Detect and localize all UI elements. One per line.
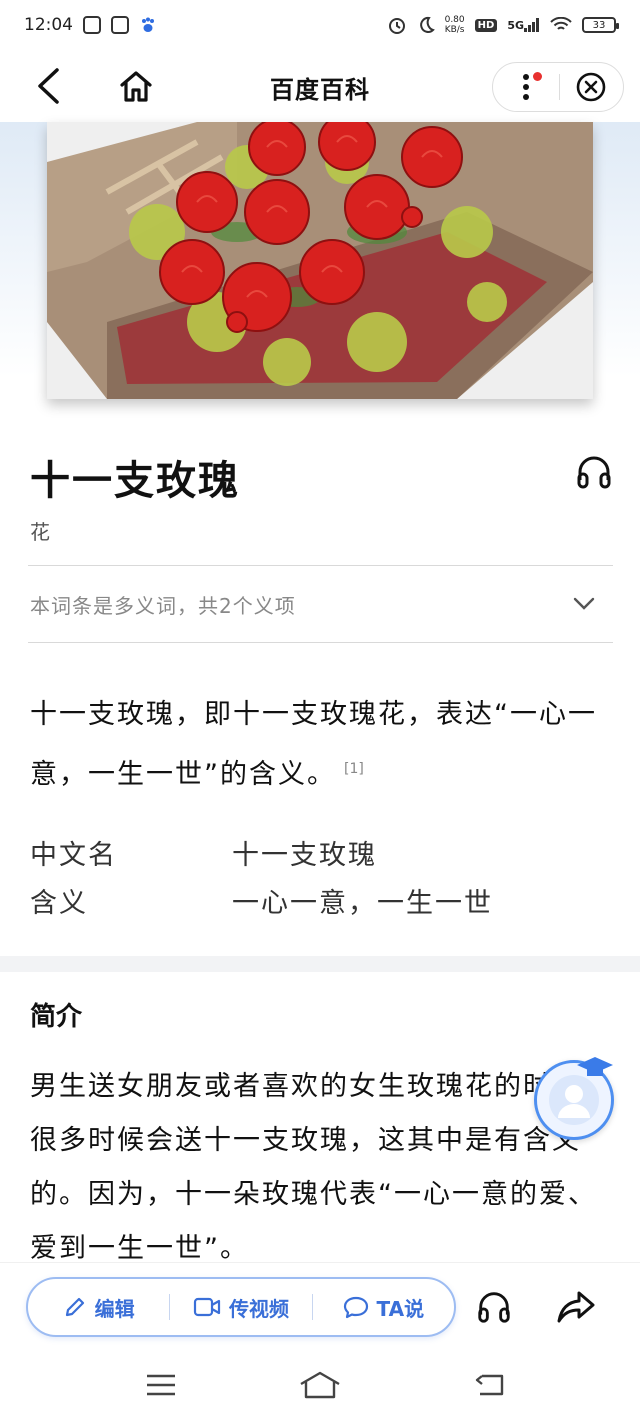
share-arrow-icon <box>557 1291 595 1323</box>
upload-video-button[interactable]: 传视频 <box>170 1293 311 1322</box>
hd-badge: HD <box>474 18 498 32</box>
notification-dot <box>533 72 542 81</box>
video-camera-icon <box>193 1297 221 1317</box>
home-nav-button[interactable] <box>295 1368 345 1402</box>
baidu-paw-icon <box>139 16 157 34</box>
entry-title: 十一支玫瑰 <box>30 458 240 504</box>
avatar-icon <box>549 1075 599 1125</box>
ta-say-button[interactable]: TA说 <box>313 1293 454 1322</box>
intro-text: 男生送女朋友或者喜欢的女生玫瑰花的时候，很多时候会送十一支玫瑰，这其中是有含义的… <box>30 1071 610 1264</box>
more-dots-icon <box>522 74 529 100</box>
status-right: 0.80 KB/s HD 5G 33 <box>387 15 619 35</box>
net-speed: 0.80 KB/s <box>444 15 465 35</box>
infobox-value: 十一支玫瑰 <box>232 839 377 871</box>
signal-icon: 5G <box>507 18 540 32</box>
chat-bubble-icon <box>343 1296 368 1319</box>
share-button[interactable] <box>554 1285 598 1329</box>
infobox: 中文名 十一支玫瑰 含义 一心一意，一生一世 <box>30 828 610 924</box>
status-time: 12:04 <box>24 15 73 35</box>
ta-say-label: TA说 <box>376 1296 425 1321</box>
infobox-key: 含义 <box>30 887 88 919</box>
back-nav-button[interactable] <box>464 1368 514 1402</box>
back-nav-icon <box>475 1374 504 1396</box>
graduation-cap-icon <box>577 1057 613 1076</box>
summary-text: 十一支玫瑰，即十一支玫瑰花，表达“一心一意，一生一世”的含义。 <box>30 699 597 790</box>
bottom-action-bar: 编辑 传视频 TA说 <box>0 1262 640 1348</box>
app-notification-icon <box>83 16 101 34</box>
listen-audio-button[interactable] <box>472 1285 516 1329</box>
hero-rose-image[interactable] <box>47 122 593 399</box>
menu-icon <box>147 1374 175 1396</box>
status-bar: 12:04 0.80 KB/s HD 5G 33 <box>0 0 640 50</box>
upload-video-label: 传视频 <box>228 1296 289 1321</box>
chevron-down-icon <box>573 597 595 610</box>
app-notification-icon <box>111 16 129 34</box>
system-nav-bar <box>0 1348 640 1422</box>
menu-button[interactable] <box>136 1368 186 1402</box>
app-header: 百度百科 <box>0 50 640 122</box>
listen-button[interactable] <box>574 452 614 492</box>
wifi-icon <box>550 17 572 33</box>
infobox-row: 含义 一心一意，一生一世 <box>30 876 610 924</box>
home-nav-icon <box>300 1371 340 1399</box>
mini-program-capsule <box>492 62 624 112</box>
edit-button[interactable]: 编辑 <box>28 1293 169 1322</box>
section-title-intro: 简介 <box>30 1002 83 1032</box>
ai-assistant-button[interactable] <box>534 1057 614 1140</box>
edit-label: 编辑 <box>94 1296 135 1321</box>
headphones-icon <box>478 1292 510 1323</box>
section-separator <box>0 956 640 972</box>
close-button[interactable] <box>560 62 624 112</box>
alarm-icon <box>387 15 407 35</box>
battery-icon: 33 <box>582 17 619 33</box>
action-pill: 编辑 传视频 TA说 <box>26 1277 456 1337</box>
entry-subtitle: 花 <box>30 520 50 544</box>
divider <box>28 642 613 643</box>
infobox-value: 一心一意，一生一世 <box>232 887 493 919</box>
entry-summary: 十一支玫瑰，即十一支玫瑰花，表达“一心一意，一生一世”的含义。 [1] <box>30 688 610 802</box>
moon-icon <box>417 16 435 34</box>
infobox-row: 中文名 十一支玫瑰 <box>30 828 610 876</box>
more-button[interactable] <box>493 62 559 112</box>
infobox-key: 中文名 <box>30 839 117 871</box>
polysemy-notice: 本词条是多义词，共2个义项 <box>30 593 296 618</box>
close-circle-icon <box>576 72 606 102</box>
citation-link[interactable]: [1] <box>344 761 364 777</box>
pencil-icon <box>65 1297 84 1317</box>
polysemy-selector[interactable]: 本词条是多义词，共2个义项 <box>28 566 613 642</box>
headphones-icon <box>577 456 611 489</box>
status-left: 12:04 <box>24 15 157 35</box>
